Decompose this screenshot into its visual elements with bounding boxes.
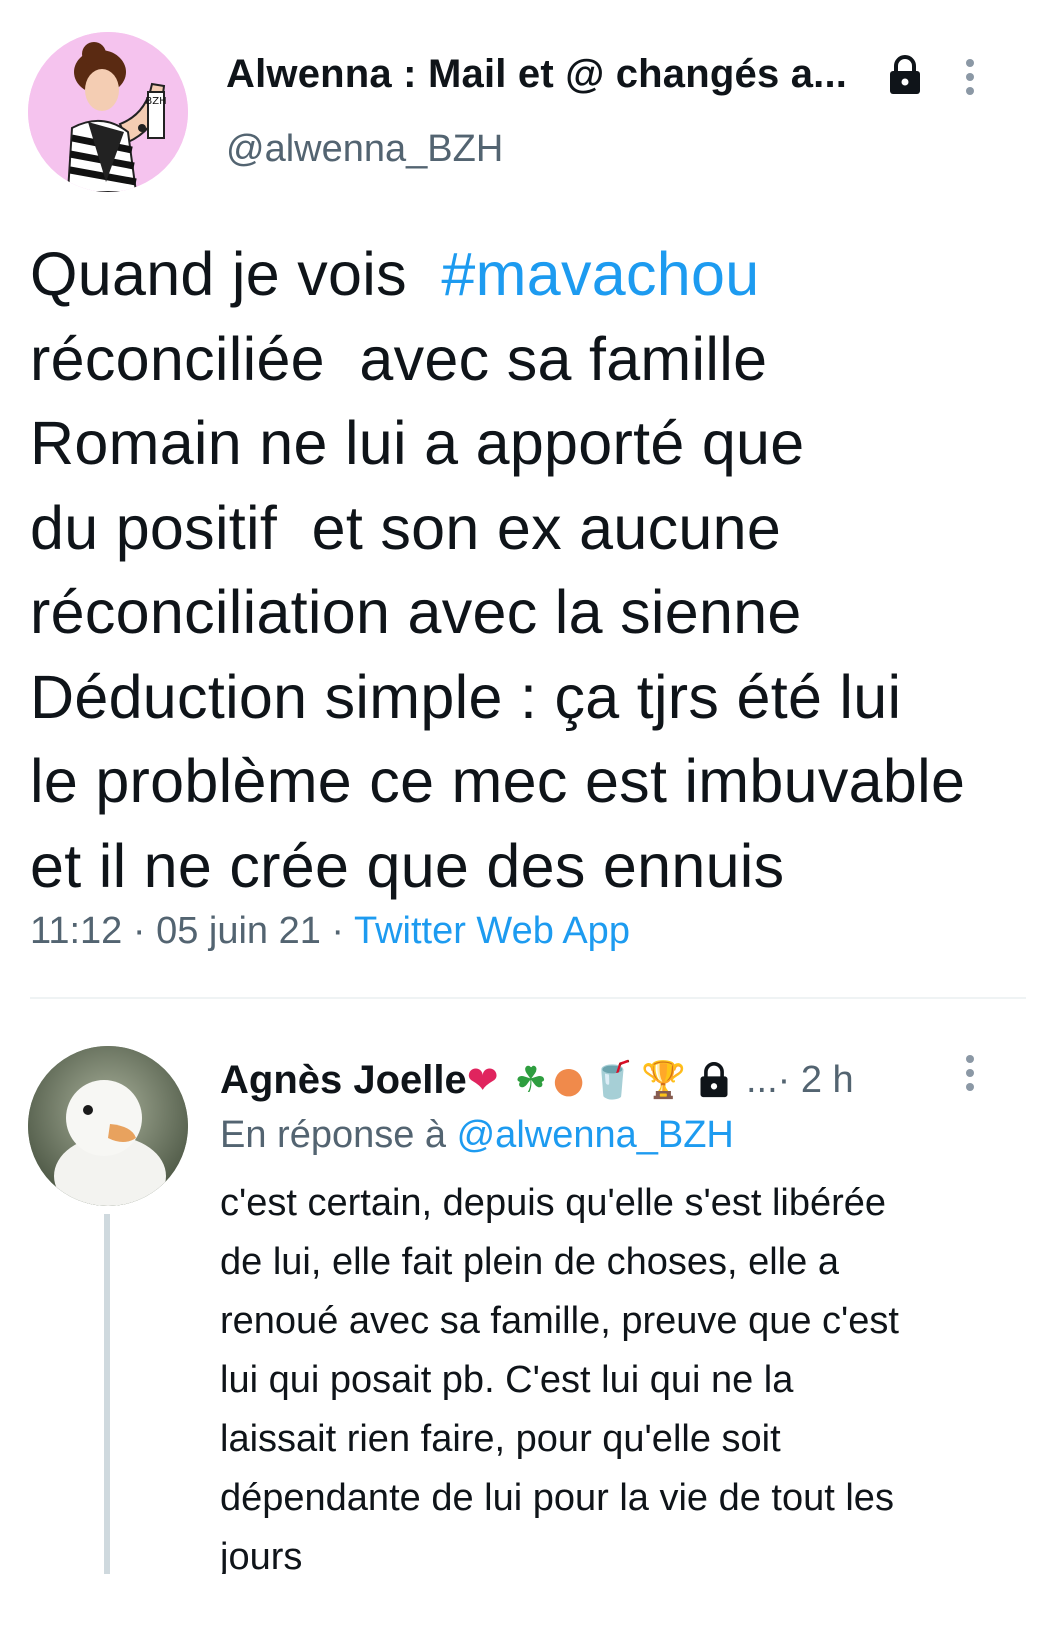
in-reply-label: En réponse à (220, 1114, 457, 1156)
hashtag-link[interactable]: #mavachou (441, 240, 759, 308)
thread-line (104, 1214, 110, 1574)
author-name[interactable]: Alwenna : Mail et @ changés a... (226, 52, 916, 97)
lock-icon (890, 55, 920, 94)
author-handle[interactable]: @alwenna_BZH (226, 128, 503, 171)
author-avatar[interactable]: BZH (28, 32, 188, 192)
clover-icon: ☘ (514, 1059, 547, 1101)
reply-author-name[interactable]: Agnès Joelle (220, 1058, 467, 1103)
avatar-illustration: BZH (28, 32, 188, 192)
heart-icon: ❤ (466, 1058, 499, 1102)
reply-time[interactable]: · 2 h (778, 1059, 854, 1102)
tweet-text: Quand je vois #mavachou réconciliée avec… (30, 232, 1040, 908)
meta-separator-2: · (320, 910, 354, 952)
glass-icon: 🥤 (590, 1060, 636, 1101)
reply-avatar[interactable] (28, 1046, 188, 1206)
tweet-date[interactable]: 05 juin 21 (156, 910, 321, 952)
reply-header: Agnès Joelle ❤ ☘ ● 🥤 🏆 ... · 2 h (220, 1052, 1020, 1108)
more-options-icon[interactable] (962, 56, 978, 100)
tweet-time[interactable]: 11:12 (30, 910, 122, 952)
main-tweet[interactable]: BZH Alwenna : Mail et @ changés a... @al… (0, 0, 1056, 1000)
meta-separator: · (122, 910, 157, 952)
in-reply-mention[interactable]: @alwenna_BZH (457, 1114, 734, 1156)
lock-icon (700, 1062, 728, 1098)
peach-icon: ● (552, 1059, 585, 1101)
trophy-icon: 🏆 (641, 1060, 686, 1101)
reply-text: c'est certain, depuis qu'elle s'est libé… (220, 1182, 899, 1574)
more-options-icon[interactable] (962, 1052, 978, 1096)
divider (30, 997, 1026, 999)
tweet-source-app[interactable]: Twitter Web App (354, 910, 630, 952)
tweet-text-intro: Quand je vois (30, 240, 442, 308)
tweet-text-body: réconciliée avec sa famille Romain ne lu… (30, 324, 966, 900)
in-reply-to: En réponse à @alwenna_BZH (220, 1114, 734, 1157)
avatar-badge-text: BZH (145, 96, 166, 107)
duckling-avatar-illustration (28, 1046, 188, 1206)
tweet-meta: 11:12 · 05 juin 21 · Twitter Web App (30, 910, 630, 953)
reply-name-ellipsis: ... (745, 1058, 778, 1101)
